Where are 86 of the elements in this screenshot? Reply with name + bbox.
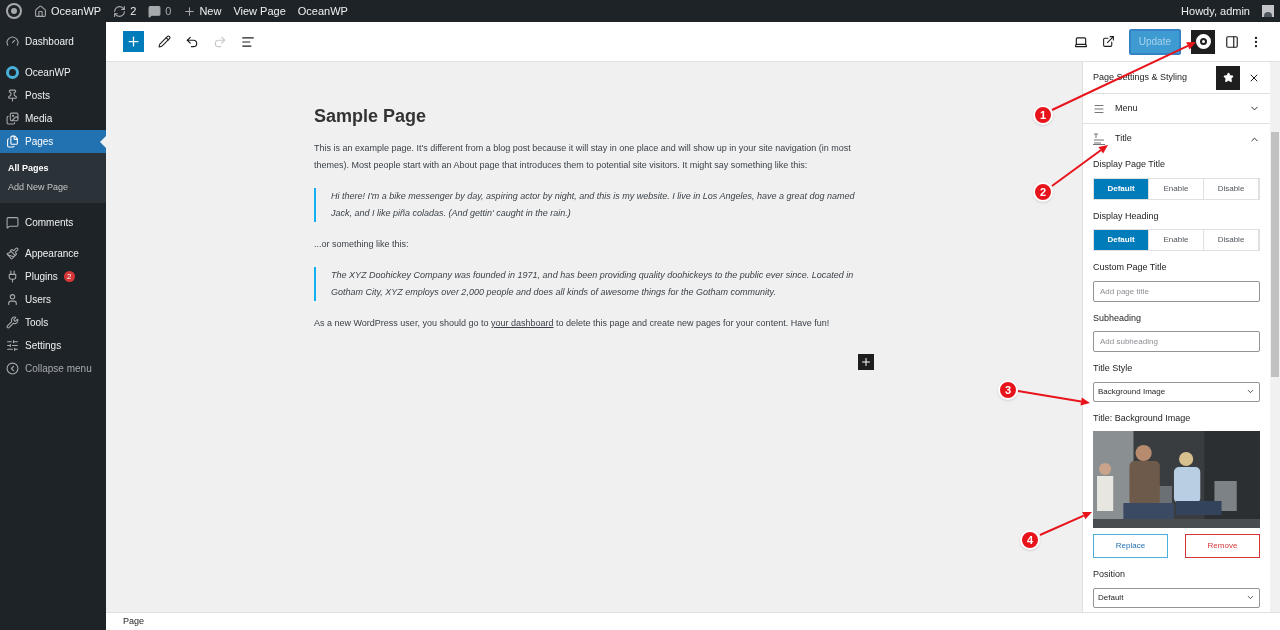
remove-button[interactable]: Remove <box>1185 534 1260 558</box>
sidebar-item[interactable]: OceanWP <box>0 61 106 84</box>
avatar-icon[interactable] <box>1262 5 1274 17</box>
quote[interactable]: Hi there! I'm a bike messenger by day, aspiring actor by night, and this is my website. I live in Los Angeles, have a great dog named Jack, and I like piña coladas. (And gettin' caught in the rain.) <box>314 188 874 222</box>
wordpress-logo-icon[interactable] <box>6 3 22 19</box>
collapse-icon <box>6 362 19 375</box>
sidebar-item[interactable]: Pages <box>0 130 106 153</box>
pencil-icon[interactable] <box>158 35 171 48</box>
sidebar-item[interactable]: Media <box>0 107 106 130</box>
submenu-item[interactable]: All Pages <box>0 159 106 178</box>
oceanwp-settings-button[interactable] <box>1191 29 1215 54</box>
images-icon <box>6 112 19 125</box>
plus-icon <box>126 34 141 49</box>
segment-option[interactable]: Default <box>1094 178 1149 199</box>
list-view-icon[interactable] <box>241 34 255 49</box>
quote[interactable]: The XYZ Doohickey Company was founded in 1971, and has been providing quality doohickeys to the public ever since. Located in Gotham City, XYZ employs over 2,000 people and does all kinds of awesome things for the Gotham community. <box>314 267 874 301</box>
wrench-icon <box>6 316 19 329</box>
text-field[interactable]: Add subheading <box>1093 331 1260 352</box>
sidebar-item[interactable]: Plugins 2 <box>0 265 106 288</box>
title-icon <box>1093 133 1105 145</box>
sidebar-item[interactable]: Collapse menu <box>0 357 106 380</box>
field-label: Custom Page Title <box>1093 261 1168 274</box>
pages-icon <box>6 135 19 148</box>
current-pointer-icon <box>100 135 106 148</box>
home-icon <box>34 4 47 18</box>
sidebar-item[interactable]: Posts <box>0 84 106 107</box>
count-badge: 2 <box>63 271 75 282</box>
undo-icon[interactable] <box>185 34 199 49</box>
pin-icon <box>6 89 19 102</box>
theme-link[interactable]: OceanWP <box>297 2 348 20</box>
segment-option[interactable]: Default <box>1094 230 1149 250</box>
page-title[interactable]: Sample Page <box>314 104 874 128</box>
sidebar-item[interactable]: Comments <box>0 211 106 234</box>
menu-icon <box>1093 102 1105 115</box>
user-icon <box>6 293 19 306</box>
plus-icon <box>183 4 197 18</box>
dashboard-link[interactable]: your dashboard <box>490 318 554 328</box>
plus-icon <box>860 356 872 368</box>
chevron-down-icon <box>1246 387 1255 396</box>
laptop-icon[interactable] <box>1073 34 1088 49</box>
view-page-link[interactable]: View Page <box>233 2 286 20</box>
sidebar-item[interactable]: Appearance <box>0 242 106 265</box>
field-label: Position <box>1093 568 1127 581</box>
sidebar-item[interactable]: Settings <box>0 334 106 357</box>
submenu-item[interactable]: Add New Page <box>0 178 106 197</box>
field-label: Display Page Title <box>1093 158 1167 171</box>
select-field[interactable]: Background Image <box>1093 381 1260 402</box>
sidebar-item[interactable]: Users <box>0 288 106 311</box>
sidebar-item[interactable]: Dashboard <box>0 30 106 53</box>
field-label: Display Heading <box>1093 209 1160 223</box>
block-inserter-button[interactable] <box>858 354 874 370</box>
refresh-icon <box>113 4 127 18</box>
plug-icon <box>6 270 19 283</box>
field-label: Title Style <box>1093 362 1134 375</box>
sidebar-item[interactable]: Tools <box>0 311 106 334</box>
select-field[interactable]: Default <box>1093 587 1260 608</box>
field-label: Subheading <box>1093 311 1143 325</box>
field-label: Title: Background Image <box>1093 411 1192 425</box>
sidebar-toggle-icon[interactable] <box>1225 34 1239 49</box>
brush-icon <box>6 247 19 260</box>
breadcrumb[interactable]: Page <box>123 614 145 629</box>
ring-logo-icon <box>6 66 19 79</box>
new-link[interactable]: New <box>183 2 222 20</box>
add-block-button[interactable] <box>123 31 144 52</box>
updates-link[interactable]: 2 <box>113 2 137 20</box>
replace-button[interactable]: Replace <box>1093 534 1168 558</box>
speech-bubble-icon <box>6 216 19 229</box>
speech-bubble-icon <box>148 4 162 18</box>
callout-number: 4 <box>1020 530 1040 550</box>
external-link-icon[interactable] <box>1101 35 1115 48</box>
gauge-icon <box>6 35 19 48</box>
account-link[interactable]: Howdy, admin <box>1181 2 1250 20</box>
chevron-down-icon <box>1246 593 1255 602</box>
callout-number: 2 <box>1033 182 1053 202</box>
sliders-icon <box>6 339 19 352</box>
pin-star-button[interactable] <box>1216 65 1240 90</box>
site-link[interactable]: OceanWP <box>34 2 102 20</box>
paragraph[interactable]: This is an example page. It's different from a blog post because it will stay in one place and will show up in your site navigation (in most themes). Most people start with an About page that introduces them to potential site visitors. It might say something like this: <box>314 140 874 174</box>
callout-number: 1 <box>1033 105 1053 125</box>
paragraph[interactable]: ...or something like this: <box>314 236 874 253</box>
star-icon <box>1222 72 1234 83</box>
annotation-arrow <box>1039 512 1092 536</box>
comments-link[interactable]: 0 <box>148 2 172 20</box>
paragraph[interactable]: As a new WordPress user, you should go to your dashboard to delete this page and create new pages for your content. Have fun! <box>314 315 874 332</box>
text-field[interactable]: Add page title <box>1093 280 1260 302</box>
callout-number: 3 <box>998 380 1018 400</box>
